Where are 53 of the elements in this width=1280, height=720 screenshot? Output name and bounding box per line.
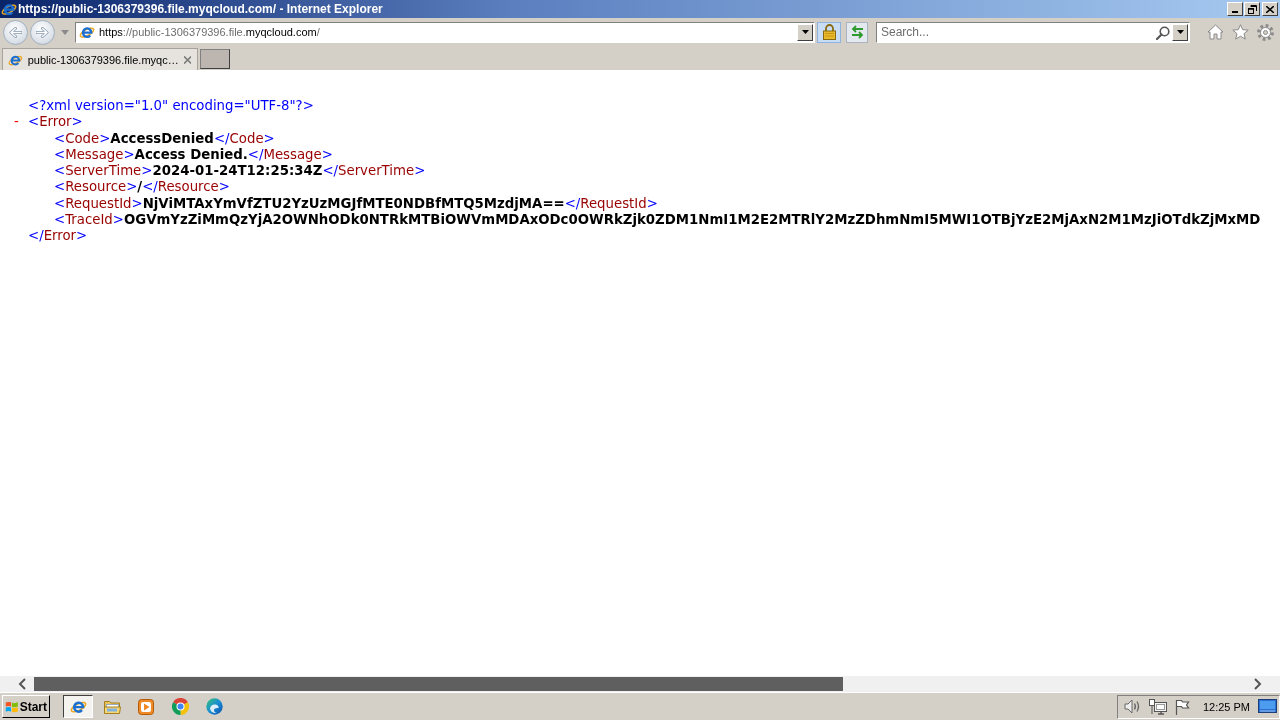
caret-down-icon (801, 30, 809, 34)
browser-logo-icon (79, 24, 95, 40)
address-field[interactable]: https://public-1306379396.file.myqcloud.com/ (75, 21, 815, 43)
clock-text[interactable]: 12:25 PM (1202, 700, 1250, 713)
folder-icon (103, 699, 121, 714)
xml-line: <Code>AccessDenied</Code> (54, 130, 275, 147)
padlock-icon (822, 24, 836, 40)
xml-line: <TraceId>OGVmYzZiMmQzYjA2OWNhODk0NTRkMTBiOWVmMDAxODc0OWRkZjk0ZDM1NmI1M2E2MTRlY2MzZDhmNmI5MWI1OTBjYzE2MjAxN2M1MzJiOTdkZjMxMD (54, 211, 1261, 228)
monitor-icon[interactable] (1148, 698, 1167, 715)
search-icon[interactable] (1156, 25, 1170, 40)
star-icon[interactable] (1232, 24, 1249, 40)
xml-declaration: <?xml version="1.0" encoding="UTF-8"?> (28, 98, 314, 115)
url-text[interactable]: https://public-1306379396.file.myqcloud.com/ (99, 26, 797, 38)
arrow-right-icon (36, 26, 49, 38)
xml-line: </Error> (28, 228, 88, 245)
xml-line: <Resource>/</Resource> (54, 179, 230, 196)
security-button[interactable] (817, 21, 841, 43)
two-arrows-icon (849, 25, 865, 39)
xml-line: <RequestId>NjViMTAxYmVfZTU2YzUzMGJfMTE0NDBfMTQ5MzdjMA==</RequestId> (54, 195, 658, 212)
caret-down-icon (1176, 30, 1184, 34)
restore-icon (1247, 4, 1257, 14)
desktop-icon[interactable] (1258, 699, 1277, 714)
tab[interactable]: public-1306379396.file.myqc… (2, 48, 198, 70)
xml-line: <Message>Access Denied.</Message> (54, 146, 333, 163)
wave-logo-icon (205, 698, 223, 715)
home-icon[interactable] (1207, 24, 1224, 40)
play-icon (138, 698, 154, 715)
address-dropdown-button[interactable] (797, 23, 813, 41)
restore-button[interactable] (1244, 2, 1260, 16)
xml-line: <Error> (28, 114, 83, 131)
speaker-icon[interactable] (1123, 699, 1141, 714)
scroll-left-icon[interactable] (18, 678, 26, 690)
close-tab-icon[interactable] (183, 55, 191, 64)
start-button[interactable]: Start (2, 695, 50, 718)
arrow-left-icon (9, 26, 22, 38)
minimize-icon (1232, 11, 1238, 13)
settings-icon[interactable] (1257, 23, 1274, 41)
close-icon (1266, 5, 1274, 13)
collapse-toggle[interactable]: - (14, 114, 19, 131)
taskbar-button[interactable] (63, 695, 93, 718)
xml-line: <ServerTime>2024-01-24T12:25:34Z</ServerTime> (54, 163, 426, 180)
window-title: https://public-1306379396.file.myqcloud.com/ - Internet Explorer (18, 2, 384, 16)
new-tab-button[interactable] (200, 49, 230, 69)
flag-icon[interactable] (1174, 698, 1190, 715)
scroll-right-icon[interactable] (1254, 678, 1262, 690)
minimize-button[interactable] (1227, 2, 1243, 16)
ring-logo-icon (171, 698, 189, 715)
search-field[interactable]: Search... (876, 21, 1190, 43)
refresh-button[interactable] (846, 21, 868, 43)
scrollbar-thumb[interactable] (34, 677, 843, 691)
close-button[interactable] (1262, 2, 1278, 16)
browser-logo-icon (1, 1, 17, 17)
caret-down-icon (61, 29, 69, 35)
